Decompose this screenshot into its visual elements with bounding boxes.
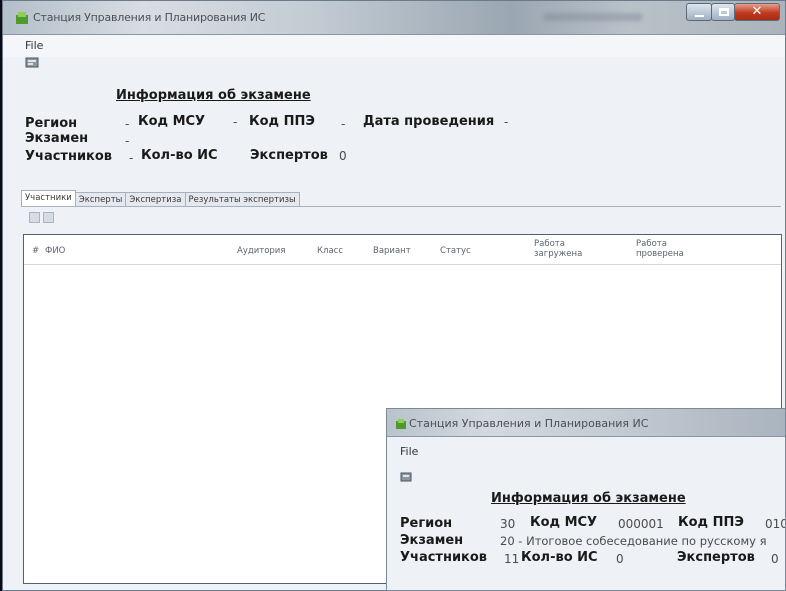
col-auditorium[interactable]: Аудитория	[237, 246, 285, 256]
second-experts-label: Экспертов	[677, 550, 755, 565]
msu-label: Код МСУ	[138, 114, 206, 129]
col-status[interactable]: Статус	[440, 246, 471, 256]
col-work-uploaded[interactable]: Работа загружена	[534, 239, 604, 259]
col-number[interactable]: #	[32, 246, 39, 256]
menu-file[interactable]: File	[25, 39, 43, 52]
msu-value: -	[233, 115, 238, 129]
window-title: Станция Управления и Планирования ИС	[33, 11, 266, 24]
title-bar[interactable]: Станция Управления и Планирования ИС ✕	[3, 1, 785, 35]
tab-experts[interactable]: Эксперты	[74, 192, 127, 206]
date-value: -	[504, 115, 509, 129]
maximize-icon	[719, 8, 729, 16]
second-msu-value: 000001	[618, 517, 664, 531]
second-exam-value: 20 - Итоговое собеседование по русскому …	[500, 534, 767, 548]
exam-info-heading: Информация об экзамене	[116, 88, 311, 103]
tab-participants[interactable]: Участники	[21, 190, 76, 206]
second-participants-label: Участников	[400, 550, 488, 565]
second-experts-value: 0	[771, 552, 779, 566]
participants-label: Участников	[25, 149, 113, 164]
second-window: Станция Управления и Планирования ИС Fil…	[386, 408, 786, 591]
is-count-label: Кол-во ИС	[141, 148, 218, 163]
close-button[interactable]: ✕	[734, 3, 780, 21]
maximize-button[interactable]	[711, 3, 735, 21]
ppe-value: -	[341, 117, 346, 131]
title-decoration	[543, 13, 643, 21]
grid-header: # ФИО Аудитория Класс Вариант Статус Раб…	[24, 235, 781, 265]
minimize-button[interactable]	[686, 3, 712, 21]
second-window-title: Станция Управления и Планирования ИС	[409, 417, 649, 430]
col-class[interactable]: Класс	[317, 246, 343, 256]
col-variant[interactable]: Вариант	[373, 246, 411, 256]
exam-label: Экзамен	[25, 131, 89, 146]
col-fio[interactable]: ФИО	[45, 246, 65, 256]
second-ppe-value: 010	[765, 517, 786, 531]
date-label: Дата проведения	[363, 114, 495, 129]
experts-value: 0	[339, 149, 347, 163]
second-settings-tool-icon[interactable]	[400, 471, 412, 482]
tab-expertise[interactable]: Экспертиза	[125, 192, 186, 206]
second-is-count-label: Кол-во ИС	[521, 550, 598, 565]
participants-value: -	[129, 151, 134, 165]
tab-underline	[21, 206, 781, 207]
tab-expertise-results[interactable]: Результаты экспертизы	[184, 192, 300, 206]
second-ppe-label: Код ППЭ	[678, 515, 744, 530]
second-is-count-value: 0	[616, 552, 624, 566]
second-participants-value: 11	[504, 552, 520, 566]
second-msu-label: Код МСУ	[530, 515, 598, 530]
second-exam-info-heading: Информация об экзамене	[491, 491, 686, 506]
settings-tool-icon[interactable]	[25, 56, 39, 68]
second-exam-label: Экзамен	[400, 533, 464, 548]
grid-add-button[interactable]	[29, 212, 40, 223]
experts-label: Экспертов	[250, 148, 328, 163]
menu-bar: File	[3, 35, 785, 57]
region-label: Регион	[25, 116, 78, 131]
second-region-value: 30	[500, 517, 516, 531]
region-value: -	[125, 117, 130, 131]
second-title-bar[interactable]: Станция Управления и Планирования ИС	[387, 409, 785, 437]
app-icon	[16, 12, 28, 24]
exam-value: -	[125, 134, 130, 148]
close-icon: ✕	[751, 4, 763, 19]
col-work-checked[interactable]: Работа проверена	[636, 239, 706, 259]
minimize-icon	[695, 15, 704, 17]
second-menu-file[interactable]: File	[400, 445, 418, 458]
grid-save-button[interactable]	[43, 212, 54, 223]
tab-strip: Участники Эксперты Экспертиза Результаты…	[21, 190, 300, 206]
ppe-label: Код ППЭ	[249, 114, 315, 129]
second-app-icon	[396, 419, 406, 429]
second-region-label: Регион	[400, 516, 453, 531]
